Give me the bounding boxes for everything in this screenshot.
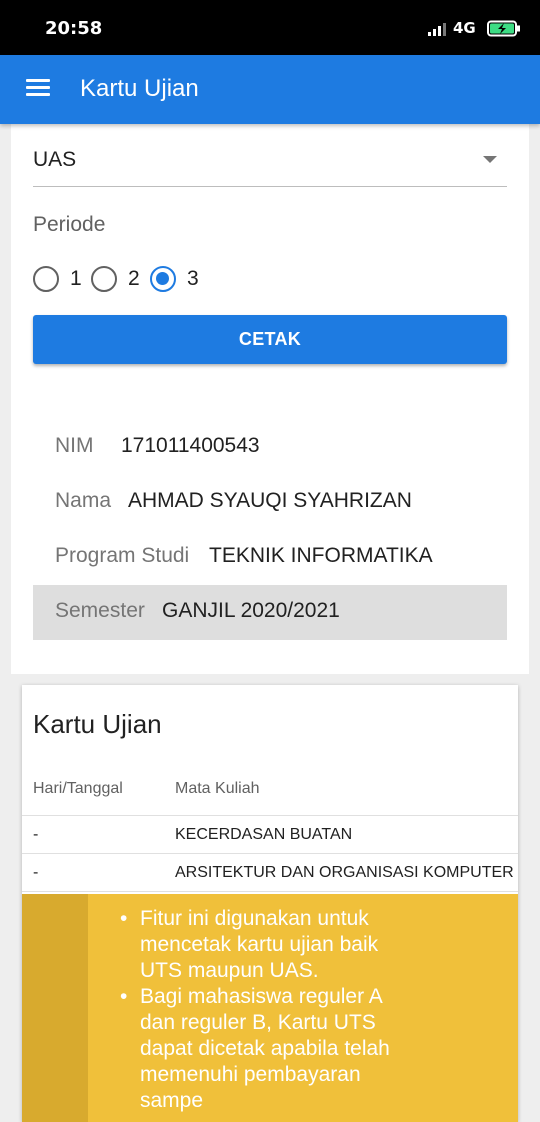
table-row: - KECERDASAN BUATAN (22, 816, 518, 854)
row-date: - (33, 864, 39, 881)
radio-unchecked-icon (91, 266, 117, 292)
semester-label: Semester (55, 599, 145, 622)
notice-box: Fitur ini digunakan untuk mencetak kartu… (22, 894, 518, 1122)
page-title: Kartu Ujian (80, 75, 199, 102)
table-row: - ARSITEKTUR DAN ORGANISASI KOMPUTER (22, 854, 518, 892)
nama-label: Nama (55, 489, 112, 512)
notice-list: Fitur ini digunakan untuk mencetak kartu… (120, 906, 410, 1114)
dropdown-arrow-icon (483, 156, 497, 163)
exam-card: Kartu Ujian Hari/Tanggal Mata Kuliah - K… (22, 685, 518, 1122)
signal-icon (428, 23, 446, 36)
exam-type-dropdown[interactable]: UAS (33, 124, 507, 187)
row-course: ARSITEKTUR DAN ORGANISASI KOMPUTER (175, 864, 514, 881)
nim-label: NIM (55, 434, 94, 457)
network-type: 4G (453, 19, 476, 37)
column-header-date: Hari/Tanggal (33, 780, 123, 797)
row-date: - (33, 826, 39, 843)
hamburger-menu-icon[interactable] (26, 79, 50, 99)
nim-value: 171011400543 (121, 434, 260, 457)
radio-unchecked-icon (33, 266, 59, 292)
notice-item: Fitur ini digunakan untuk mencetak kartu… (120, 906, 410, 984)
periode-radio-label: 2 (128, 267, 140, 290)
status-time: 20:58 (45, 18, 103, 39)
status-bar: 20:58 4G (0, 0, 540, 55)
table-header: Hari/Tanggal Mata Kuliah (22, 768, 518, 816)
notice-strip (22, 894, 88, 1122)
print-button[interactable]: CETAK (33, 315, 507, 364)
nim-row: NIM 171011400543 (33, 420, 507, 475)
nama-value: AHMAD SYAUQI SYAHRIZAN (128, 489, 412, 512)
exam-card-title: Kartu Ujian (33, 709, 162, 739)
periode-label: Periode (33, 213, 106, 236)
form-card: UAS Periode 1 2 3 CETAK NIM 171011400543… (11, 124, 529, 674)
row-course: KECERDASAN BUATAN (175, 826, 353, 843)
nama-row: Nama AHMAD SYAUQI SYAHRIZAN (33, 475, 507, 530)
periode-radio-label: 3 (187, 267, 199, 290)
battery-charging-icon (487, 20, 520, 37)
exam-type-value: UAS (33, 148, 77, 171)
periode-radio-label: 1 (70, 267, 82, 290)
semester-value: GANJIL 2020/2021 (162, 599, 340, 622)
notice-item: Bagi mahasiswa reguler A dan reguler B, … (120, 984, 410, 1114)
program-studi-value: TEKNIK INFORMATIKA (209, 544, 433, 567)
radio-checked-icon (150, 266, 176, 292)
column-header-course: Mata Kuliah (175, 780, 260, 797)
app-bar: Kartu Ujian (0, 55, 540, 124)
program-studi-row: Program Studi TEKNIK INFORMATIKA (33, 530, 507, 585)
semester-row: Semester GANJIL 2020/2021 (33, 585, 507, 640)
program-studi-label: Program Studi (55, 544, 190, 567)
